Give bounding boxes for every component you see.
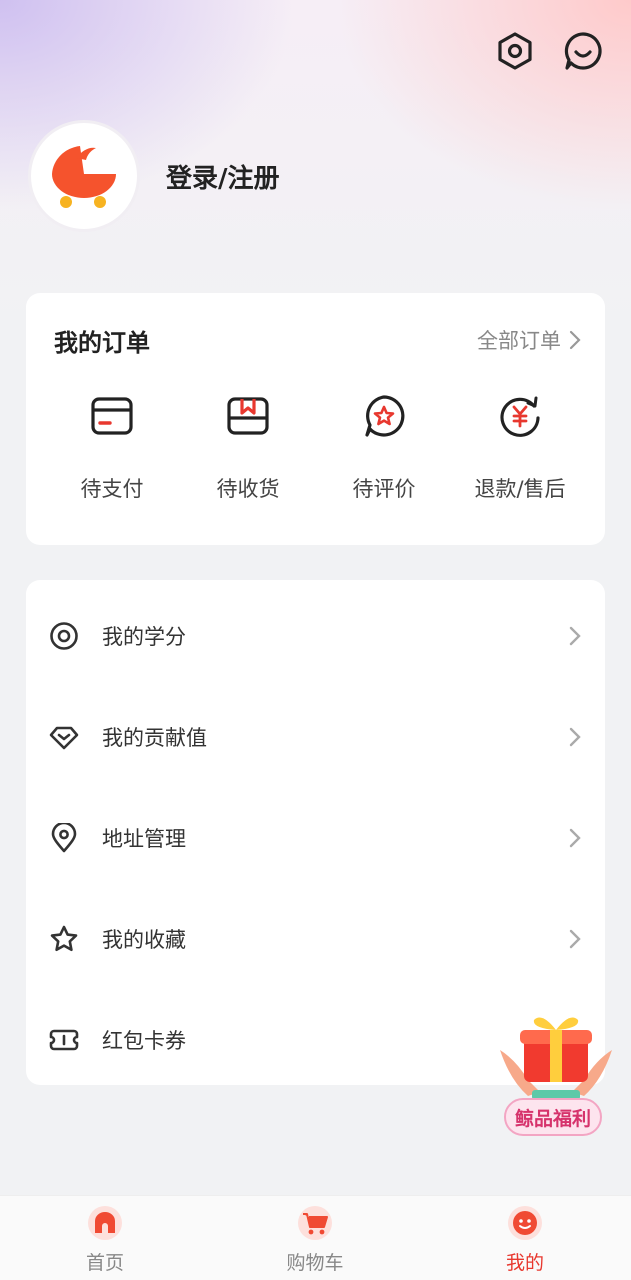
order-pending-payment[interactable]: 待支付 <box>42 393 182 513</box>
orders-card: 我的订单 全部订单 待支付 待收货 待评价 退款/售后 <box>26 293 605 545</box>
order-item-label: 待收货 <box>216 477 280 501</box>
avatar[interactable] <box>28 120 140 232</box>
coupon-icon <box>48 1024 80 1056</box>
tab-label: 购物车 <box>286 1252 344 1274</box>
customer-service-icon[interactable] <box>562 30 604 72</box>
tab-label: 首页 <box>85 1252 124 1274</box>
refund-icon <box>497 393 543 439</box>
menu-item-label: 我的贡献值 <box>102 725 207 750</box>
menu-item-label: 我的学分 <box>102 624 186 649</box>
card-icon <box>89 393 135 439</box>
chevron-right-icon <box>569 828 581 847</box>
bottom-tab-bar: 首页 购物车 我的 <box>0 1195 631 1280</box>
chevron-right-icon <box>569 929 581 948</box>
tab-mine[interactable]: 我的 <box>465 1206 585 1276</box>
cart-icon <box>298 1206 332 1240</box>
order-item-label: 待支付 <box>80 477 144 501</box>
review-star-icon <box>361 393 407 439</box>
chevron-right-icon <box>569 330 581 350</box>
chevron-right-icon <box>569 626 581 645</box>
order-pending-receipt[interactable]: 待收货 <box>178 393 318 513</box>
welfare-gift-button[interactable]: 鲸品福利 <box>498 1010 614 1140</box>
settings-icon[interactable] <box>494 30 536 72</box>
all-orders-label: 全部订单 <box>477 329 561 353</box>
menu-item-label: 我的收藏 <box>102 927 186 952</box>
menu-item-label: 地址管理 <box>102 826 186 851</box>
location-pin-icon <box>48 822 80 854</box>
orders-title: 我的订单 <box>54 329 150 357</box>
menu-item-favorites[interactable]: 我的收藏 <box>26 888 605 989</box>
order-item-label: 退款/售后 <box>474 477 566 501</box>
tab-home[interactable]: 首页 <box>45 1206 165 1276</box>
home-icon <box>88 1206 122 1240</box>
menu-item-credits[interactable]: 我的学分 <box>26 585 605 686</box>
menu-item-address[interactable]: 地址管理 <box>26 787 605 888</box>
target-icon <box>48 620 80 652</box>
star-icon <box>48 923 80 955</box>
order-refund-aftersale[interactable]: 退款/售后 <box>450 393 590 513</box>
stroller-logo-icon <box>52 146 116 208</box>
tab-cart[interactable]: 购物车 <box>255 1206 375 1276</box>
diamond-icon <box>48 721 80 753</box>
chevron-right-icon <box>569 727 581 746</box>
package-icon <box>225 393 271 439</box>
menu-item-label: 红包卡券 <box>102 1028 186 1053</box>
order-pending-review[interactable]: 待评价 <box>314 393 454 513</box>
menu-item-contribution[interactable]: 我的贡献值 <box>26 686 605 787</box>
gift-box-icon <box>500 1017 612 1100</box>
order-item-label: 待评价 <box>352 477 416 501</box>
smile-face-icon <box>508 1206 542 1240</box>
login-register-link[interactable]: 登录/注册 <box>166 158 280 195</box>
tab-label: 我的 <box>505 1252 544 1274</box>
all-orders-link[interactable]: 全部订单 <box>477 325 581 355</box>
welfare-label: 鲸品福利 <box>504 1098 602 1136</box>
